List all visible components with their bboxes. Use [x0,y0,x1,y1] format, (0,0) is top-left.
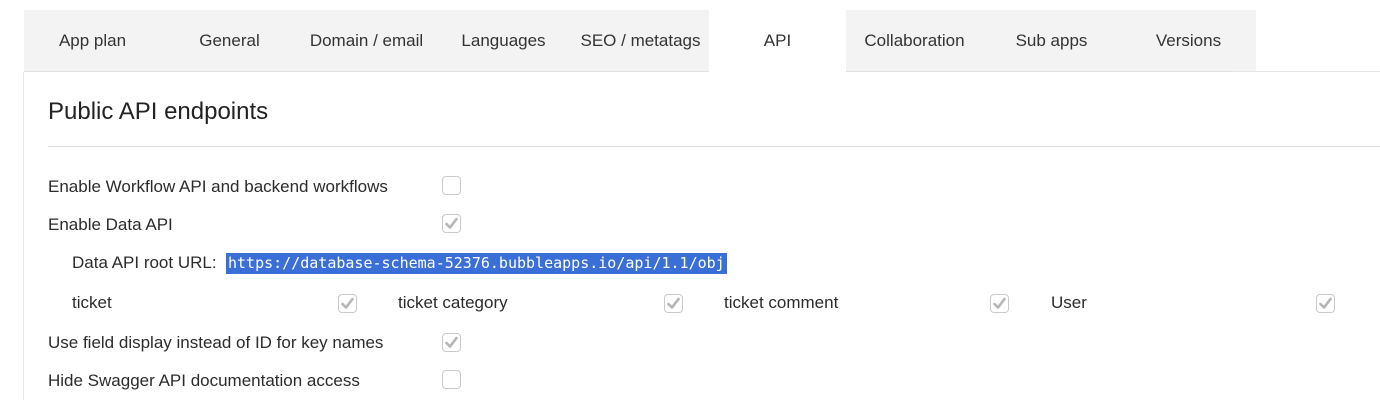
type-label-ticket-comment: ticket comment [724,293,839,312]
checkmark-icon [667,297,680,309]
tab-general[interactable]: General [161,10,298,72]
workflow-api-label: Enable Workflow API and backend workflow… [48,177,388,196]
field-display-label: Use field display instead of ID for key … [48,333,384,352]
tab-sub-apps[interactable]: Sub apps [983,10,1120,72]
type-label-ticket-category: ticket category [398,293,508,312]
tab-languages[interactable]: Languages [435,10,572,72]
data-api-checkbox[interactable] [442,214,461,233]
type-checkbox-ticket[interactable] [338,294,357,313]
checkmark-icon [445,217,458,229]
content-top-border [1232,71,1380,72]
data-api-label: Enable Data API [48,215,173,234]
checkmark-icon [445,336,458,348]
type-checkbox-user[interactable] [1316,294,1335,313]
content-left-border [23,72,24,400]
data-api-root-url-value[interactable]: https://database-schema-52376.bubbleapps… [226,253,727,274]
hide-swagger-label: Hide Swagger API documentation access [48,371,360,390]
type-checkbox-ticket-category[interactable] [664,294,683,313]
type-label-user: User [1051,293,1087,312]
checkmark-icon [1319,297,1332,309]
type-label-ticket: ticket [72,293,112,312]
tab-api[interactable]: API [709,10,846,73]
data-api-root-url-label: Data API root URL: [72,253,217,272]
tab-seo-metatags[interactable]: SEO / metatags [572,10,709,72]
settings-tab-bar: App plan General Domain / email Language… [24,10,1380,73]
tab-versions[interactable]: Versions [1120,10,1257,72]
checkmark-icon [341,297,354,309]
tab-collaboration[interactable]: Collaboration [846,10,983,72]
workflow-api-checkbox[interactable] [442,176,461,195]
type-checkbox-ticket-comment[interactable] [990,294,1009,313]
field-display-checkbox[interactable] [442,333,461,352]
tab-domain-email[interactable]: Domain / email [298,10,435,72]
tab-app-plan[interactable]: App plan [24,10,161,72]
section-divider [48,146,1380,147]
checkmark-icon [993,297,1006,309]
tab-strip: App plan General Domain / email Language… [24,10,1257,73]
hide-swagger-checkbox[interactable] [442,370,461,389]
section-title: Public API endpoints [48,98,269,125]
